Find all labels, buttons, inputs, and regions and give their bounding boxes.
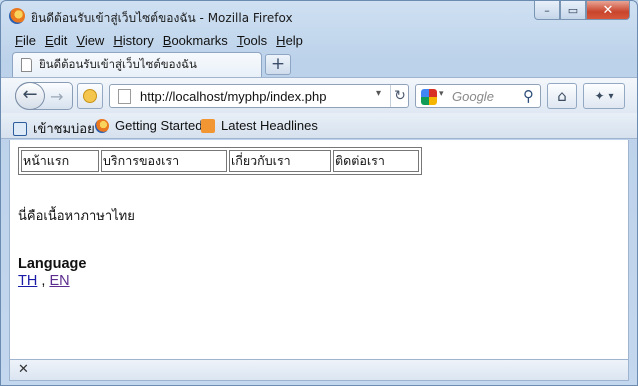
url-input[interactable]: http://localhost/myphp/index.php (140, 89, 326, 104)
close-addon-bar-icon[interactable]: ✕ (18, 362, 29, 377)
bookmark-help-icon (13, 121, 27, 136)
menu-history[interactable]: History (109, 32, 158, 50)
navigation-toolbar: ← → http://localhost/myphp/index.php ▾ ↻… (1, 77, 637, 113)
firefox-icon (95, 118, 109, 133)
menu-dropdown-icon: ▾ (608, 90, 614, 102)
tab-label: ยินดีต้อนรับเข้าสู่เว็บไซต์ของฉัน (39, 57, 197, 71)
back-forward-group: ← → (15, 82, 73, 110)
site-nav-menu: หน้าแรก บริการของเรา เกี่ยวกับเรา ติดต่อ… (18, 147, 422, 175)
page-icon (118, 89, 131, 104)
addon-bar: ✕ (9, 359, 629, 381)
menu-edit[interactable]: Edit (41, 32, 72, 50)
menu-bar: File Edit View History Bookmarks Tools H… (11, 32, 308, 50)
search-icon[interactable]: ⚲ (523, 87, 534, 105)
tab-strip: ยินดีต้อนรับเข้าสู่เว็บไซต์ของฉัน + (1, 52, 637, 77)
language-link-en[interactable]: EN (49, 273, 69, 289)
reload-button[interactable]: ↻ (390, 85, 409, 107)
back-button[interactable]: ← (15, 82, 45, 110)
nav-item-about[interactable]: เกี่ยวกับเรา (229, 150, 331, 172)
menu-help[interactable]: Help (272, 32, 308, 50)
nav-item-home[interactable]: หน้าแรก (21, 150, 99, 172)
nav-item-services[interactable]: บริการของเรา (101, 150, 227, 172)
window-controls: – ▭ ✕ (534, 1, 630, 21)
home-button[interactable]: ⌂ (547, 83, 577, 109)
firefox-logo-icon (9, 8, 25, 24)
body-text: นี่คือเนื้อหาภาษาไทย (18, 209, 135, 224)
bookmark-latest-headlines[interactable]: Latest Headlines (201, 118, 318, 133)
page-content: หน้าแรก บริการของเรา เกี่ยวกับเรา ติดต่อ… (9, 140, 629, 359)
menu-file[interactable]: File (11, 32, 41, 50)
google-icon[interactable] (421, 89, 437, 105)
search-engine-dropdown-icon[interactable]: ▾ (439, 89, 444, 99)
fly-icon: ✦ (594, 89, 605, 103)
url-bar[interactable]: http://localhost/myphp/index.php ▾ ↻ (109, 84, 409, 108)
new-tab-button[interactable]: + (265, 54, 291, 75)
tab-active[interactable]: ยินดีต้อนรับเข้าสู่เว็บไซต์ของฉัน (12, 52, 262, 77)
window-title: ยินดีต้อนรับเข้าสู่เว็บไซต์ของฉัน - Mozi… (31, 11, 293, 25)
forward-button[interactable]: → (50, 87, 63, 106)
menu-bookmarks[interactable]: Bookmarks (159, 32, 233, 50)
close-button[interactable]: ✕ (586, 1, 630, 20)
bookmarks-toolbar: เข้าชมบ่อย Getting Started Latest Headli… (1, 113, 637, 139)
page-icon (21, 58, 32, 72)
menu-view[interactable]: View (72, 32, 109, 50)
nav-item-contact[interactable]: ติดต่อเรา (333, 150, 419, 172)
addon-menu-button[interactable]: ✦ ▾ (583, 83, 625, 109)
language-separator: , (37, 273, 50, 289)
language-links: TH , EN (18, 273, 70, 289)
bookmark-getting-started[interactable]: Getting Started (95, 118, 202, 133)
browser-window: ยินดีต้อนรับเข้าสู่เว็บไซต์ของฉัน - Mozi… (0, 0, 638, 386)
url-dropdown-icon[interactable]: ▾ (376, 88, 381, 99)
smiley-icon (83, 89, 97, 103)
maximize-button[interactable]: ▭ (560, 1, 586, 20)
menu-tools[interactable]: Tools (233, 32, 272, 50)
title-bar: ยินดีต้อนรับเข้าสู่เว็บไซต์ของฉัน - Mozi… (1, 1, 637, 31)
language-link-th[interactable]: TH (18, 273, 37, 289)
rss-icon (201, 118, 215, 133)
minimize-button[interactable]: – (534, 1, 560, 20)
language-heading: Language (18, 256, 87, 272)
search-input[interactable]: Google (452, 89, 494, 104)
session-button[interactable] (77, 83, 103, 109)
bookmark-most-visited[interactable]: เข้าชมบ่อย (13, 118, 95, 139)
search-bar[interactable]: ▾ Google ⚲ (415, 84, 541, 108)
